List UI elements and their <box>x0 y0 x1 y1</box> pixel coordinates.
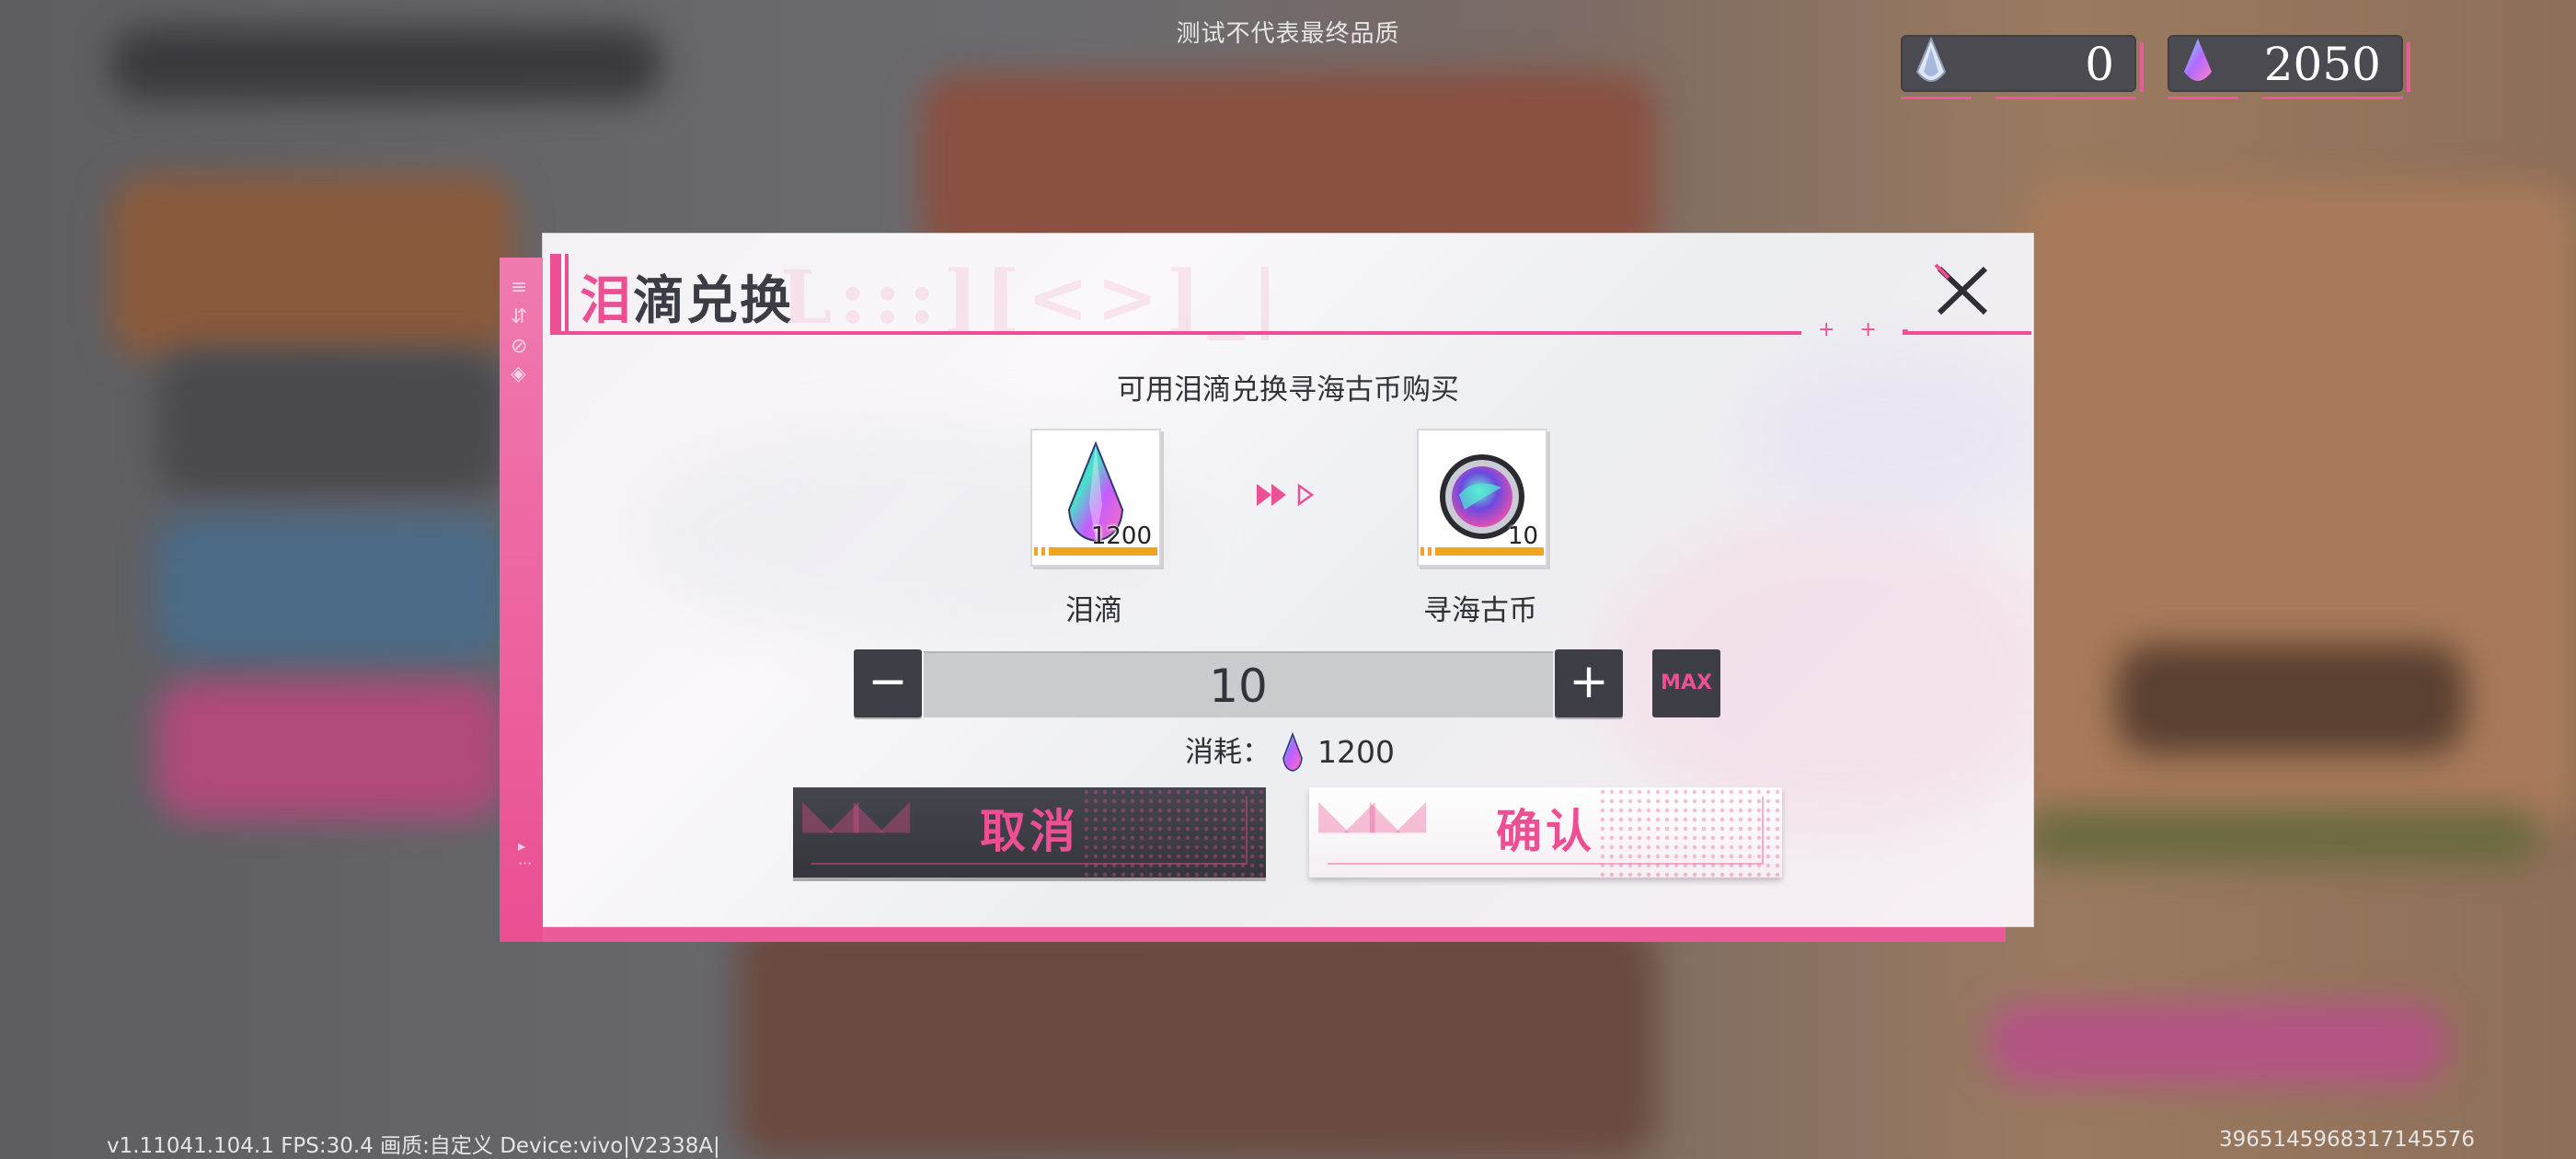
cancel-button[interactable]: ◣◢◣◢ 取消 <box>793 787 1266 878</box>
from-item-slot[interactable]: 1200 <box>1030 429 1161 567</box>
from-item-name: 泪滴 <box>1065 594 1122 627</box>
title-ghost-decoration: L:::][<>]_| <box>780 254 1286 340</box>
quantity-field[interactable]: 10 <box>924 651 1553 717</box>
confirm-label: 确认 <box>1496 804 1595 858</box>
dialog-side-strip: ≡ ⇵ ⊘ ◈ ▸ ··· <box>500 258 543 942</box>
to-item-name: 寻海古币 <box>1423 594 1537 627</box>
increase-button[interactable]: + <box>1555 649 1623 717</box>
dialog-subtitle: 可用泪滴兑换寻海古币购买 <box>1117 373 1459 407</box>
item-count: 1200 <box>1090 522 1152 550</box>
currency-value: 0 <box>2085 38 2114 91</box>
decrease-button[interactable]: − <box>854 649 922 717</box>
user-id: 3965145968317145576 <box>2218 1128 2475 1152</box>
teardrop-gem-icon <box>1282 732 1303 772</box>
close-icon <box>1934 263 1988 316</box>
dialog-title: 泪滴兑换 <box>580 270 793 331</box>
item-count: 10 <box>1507 522 1538 550</box>
cost-label: 消耗： <box>1185 736 1271 769</box>
currency-rainbow-crystal[interactable]: 2050 <box>2168 35 2410 99</box>
max-button[interactable]: MAX <box>1652 649 1720 717</box>
to-item-slot[interactable]: 10 <box>1417 429 1547 567</box>
currency-value: 2050 <box>2263 38 2381 91</box>
close-button[interactable] <box>1930 261 1995 318</box>
dialog-title-bar: L:::][<>]_| 泪滴兑换 + + - <box>550 254 2031 341</box>
cost-value: 1200 <box>1317 734 1395 770</box>
version-info: v1.11041.104.1 FPS:30.4 画质:自定义 Device:vi… <box>107 1134 720 1158</box>
currency-tear-crystal[interactable]: 0 <box>1901 35 2144 99</box>
confirm-button[interactable]: ◣◢◣◢ 确认 <box>1309 787 1782 878</box>
exchange-dialog <box>543 234 2033 926</box>
exchange-arrow-icon <box>1257 483 1315 507</box>
rainbow-crystal-icon <box>2184 39 2212 81</box>
tear-crystal-icon <box>1915 37 1947 82</box>
cancel-label: 取消 <box>980 804 1079 858</box>
